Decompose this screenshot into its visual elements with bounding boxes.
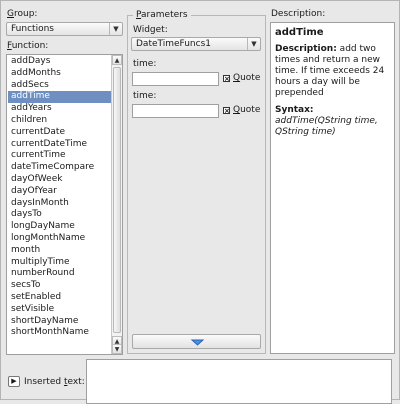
group-combo[interactable]: Functions ▼ (6, 22, 123, 36)
function-list-items: addDays addMonths addSecs addTime addYears ch… (8, 56, 111, 339)
param-2-input[interactable] (132, 104, 219, 118)
function-list-item[interactable]: daysTo (8, 209, 111, 221)
param-2-quote-label: Quote (233, 105, 261, 115)
function-list-item[interactable]: daysInMonth (8, 198, 111, 210)
group-label: Group: (7, 9, 38, 19)
function-list-item[interactable]: currentDate (8, 127, 111, 139)
function-list-item[interactable]: setEnabled (8, 292, 111, 304)
group-combo-value: Functions (11, 24, 54, 34)
function-list-item[interactable]: currentDateTime (8, 139, 111, 151)
widget-combo[interactable]: DateTimeFuncs1 ▼ (131, 37, 261, 51)
function-list-item[interactable]: month (8, 245, 111, 257)
function-list-item[interactable]: multiplyTime (8, 257, 111, 269)
param-1-quote-label: Quote (233, 73, 261, 83)
description-label: Description: (271, 9, 326, 19)
function-list-item[interactable]: dayOfWeek (8, 174, 111, 186)
function-list-item[interactable]: children (8, 115, 111, 127)
parameters-title: Parameters (133, 10, 191, 20)
param-2-quote-checkbox[interactable]: × (223, 107, 230, 115)
inserted-text-label: Inserted text: (24, 377, 85, 387)
function-list-item[interactable]: addSecs (8, 80, 111, 92)
function-list-item[interactable]: dayOfYear (8, 186, 111, 198)
param-2-label: time: (133, 91, 157, 101)
param-1-quote-checkbox[interactable]: × (223, 75, 230, 83)
inserted-text-field[interactable] (86, 359, 392, 404)
function-list-item[interactable]: setVisible (8, 304, 111, 316)
function-list-item[interactable]: secsTo (8, 280, 111, 292)
function-list-item[interactable]: longMonthName (8, 233, 111, 245)
scroll-up-icon[interactable]: ▲ (112, 55, 122, 65)
function-list-item[interactable]: addYears (8, 103, 111, 115)
scrollbar-thumb[interactable] (113, 67, 121, 333)
insert-icon[interactable]: ▶ (8, 376, 20, 387)
description-title: addTime (275, 27, 324, 38)
function-list-scrollbar[interactable]: ▲ ▲ ▼ (111, 55, 122, 354)
function-list-item[interactable]: shortMonthName (8, 327, 111, 339)
function-list-item[interactable]: currentTime (8, 150, 111, 162)
next-params-button[interactable] (132, 334, 261, 349)
chevron-down-icon: ▼ (109, 23, 122, 35)
widget-combo-value: DateTimeFuncs1 (136, 39, 211, 49)
function-list-item[interactable]: addTime (8, 91, 111, 104)
widget-label: Widget: (133, 25, 168, 35)
description-text: Description: add two times and return a … (275, 44, 385, 98)
function-list[interactable]: addDays addMonths addSecs addTime addYears ch… (6, 54, 123, 355)
description-panel: addTime Description: add two times and r… (270, 22, 395, 354)
function-list-item[interactable]: addMonths (8, 68, 111, 80)
param-1-input[interactable] (132, 72, 219, 86)
function-label: Function: (7, 41, 49, 51)
syntax-text: Syntax: addTime(QString time, QString ti… (275, 105, 378, 137)
chevron-down-icon (190, 339, 205, 346)
function-list-item[interactable]: shortDayName (8, 316, 111, 328)
function-list-item[interactable]: dateTimeCompare (8, 162, 111, 174)
function-list-item[interactable]: numberRound (8, 268, 111, 280)
function-list-item[interactable]: addDays (8, 56, 111, 68)
function-list-item[interactable]: longDayName (8, 221, 111, 233)
scroll-down-icon[interactable]: ▼ (112, 344, 122, 354)
param-1-label: time: (133, 59, 157, 69)
chevron-down-icon: ▼ (247, 38, 260, 50)
